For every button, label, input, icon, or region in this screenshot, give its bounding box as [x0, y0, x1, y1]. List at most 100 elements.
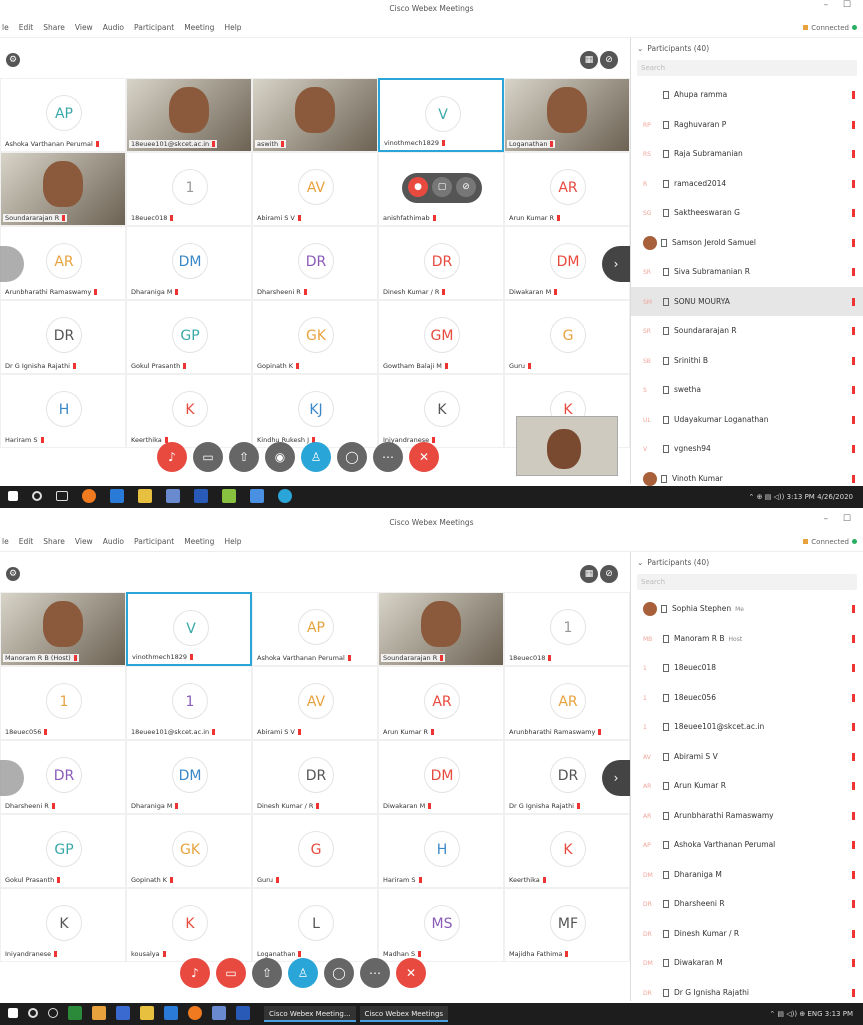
participant-list-item[interactable]: SG Saktheeswaran G: [631, 198, 863, 228]
participant-tile[interactable]: 1 18euee101@skcet.ac.in: [126, 666, 252, 740]
task-view-icon[interactable]: [56, 491, 68, 501]
taskbar-webex-task[interactable]: Cisco Webex Meeting...: [264, 1006, 356, 1022]
app-icon[interactable]: [164, 1006, 178, 1020]
participant-list-item[interactable]: Ahupa ramma: [631, 80, 863, 110]
mail-icon[interactable]: [250, 489, 264, 503]
muted-mic-icon[interactable]: [852, 693, 855, 702]
next-page-arrow[interactable]: ›: [602, 246, 630, 282]
participant-list-item[interactable]: Vvgnesh94: [631, 434, 863, 464]
menu-file[interactable]: le: [2, 18, 9, 38]
language-indicator[interactable]: ENG: [807, 1010, 822, 1018]
grid-view-icon[interactable]: ▦: [580, 565, 598, 583]
lock-icon[interactable]: ⊘: [600, 565, 618, 583]
participant-tile[interactable]: K Iniyandranese: [0, 888, 126, 962]
participant-tile[interactable]: Soundararajan R: [378, 592, 504, 666]
participant-tile[interactable]: AV Abirami S V: [252, 666, 378, 740]
muted-mic-icon[interactable]: [852, 752, 855, 761]
muted-mic-icon[interactable]: [852, 445, 855, 453]
participant-list-item[interactable]: 1 18euec056: [631, 683, 863, 713]
muted-mic-icon[interactable]: [852, 870, 855, 879]
participant-list-item[interactable]: AR Arun Kumar R: [631, 771, 863, 801]
participant-list-item[interactable]: SB Srinithi B: [631, 346, 863, 376]
more-icon[interactable]: ⊘: [456, 177, 476, 197]
participant-tile[interactable]: 1 18euec018: [126, 152, 252, 226]
mute-button[interactable]: ♪: [157, 442, 187, 472]
participants-button[interactable]: ♙: [301, 442, 331, 472]
participant-tile[interactable]: K Iniyandranese: [378, 374, 504, 448]
participant-tile[interactable]: MF Majidha Fathima: [504, 888, 630, 962]
muted-mic-icon[interactable]: [852, 723, 855, 731]
muted-mic-icon[interactable]: [852, 179, 855, 188]
participant-tile[interactable]: Manoram R B (Host): [0, 592, 126, 666]
menu-meeting[interactable]: Meeting: [184, 532, 214, 552]
layout-controls[interactable]: ▦ ⊘: [578, 51, 620, 69]
clock-date[interactable]: 4/26/2020: [817, 493, 853, 501]
leave-meeting-button[interactable]: ✕: [396, 958, 426, 988]
participant-tile[interactable]: AP Ashoka Varthanan Perumal: [252, 592, 378, 666]
cortana-icon[interactable]: [48, 1008, 58, 1018]
participant-tile[interactable]: DR Dr G Ignisha Rajathi: [0, 300, 126, 374]
firefox-icon[interactable]: [188, 1006, 202, 1020]
search-icon[interactable]: [28, 1008, 38, 1018]
menu-audio[interactable]: Audio: [103, 18, 124, 38]
muted-mic-icon[interactable]: [852, 209, 855, 217]
participant-tile[interactable]: H Hariram S: [0, 374, 126, 448]
app-icon[interactable]: [222, 489, 236, 503]
muted-mic-icon[interactable]: [852, 811, 855, 820]
gear-icon[interactable]: ⚙: [6, 53, 20, 67]
muted-mic-icon[interactable]: [852, 988, 855, 997]
participant-list-item[interactable]: Sophia Stephen Me: [631, 594, 863, 624]
self-view-video[interactable]: [516, 416, 618, 476]
participant-tile[interactable]: H Hariram S: [378, 814, 504, 888]
muted-mic-icon[interactable]: [852, 474, 855, 483]
tray-icons[interactable]: ⌃ ⊕ ▤ ◁)): [749, 493, 785, 501]
app-icon[interactable]: [92, 1006, 106, 1020]
leave-meeting-button[interactable]: ✕: [409, 442, 439, 472]
participant-tile[interactable]: Vvinothmech1829: [126, 592, 252, 666]
menu-help[interactable]: Help: [224, 18, 241, 38]
participant-tile[interactable]: GK Gopinath K: [252, 300, 378, 374]
muted-mic-icon[interactable]: [852, 297, 855, 306]
clock-time[interactable]: 3:13 PM: [825, 1010, 853, 1018]
muted-mic-icon[interactable]: [852, 238, 855, 247]
participant-tile[interactable]: GP Gokul Prasanth: [126, 300, 252, 374]
windows-start-icon[interactable]: [8, 491, 18, 501]
participant-tile[interactable]: GM Gowtham Balaji M: [378, 300, 504, 374]
participant-list-item[interactable]: DM Dharaniga M: [631, 860, 863, 890]
participant-tile[interactable]: Vvinothmech1829: [378, 78, 504, 152]
participant-tile[interactable]: DM Diwakaran M: [378, 740, 504, 814]
participant-tile[interactable]: G Guru: [252, 814, 378, 888]
menu-participant[interactable]: Participant: [134, 18, 174, 38]
more-options-button[interactable]: ⋯: [373, 442, 403, 472]
muted-mic-icon[interactable]: [852, 415, 855, 424]
participant-tile[interactable]: KJ Kindhu Rukesh J: [252, 374, 378, 448]
store-icon[interactable]: [212, 1006, 226, 1020]
menu-edit[interactable]: Edit: [19, 532, 34, 552]
participant-list-item[interactable]: RP Raghuvaran P: [631, 110, 863, 140]
chat-button[interactable]: ◯: [337, 442, 367, 472]
participant-tile[interactable]: K Keerthika: [126, 374, 252, 448]
menu-help[interactable]: Help: [224, 532, 241, 552]
firefox-icon[interactable]: [82, 489, 96, 503]
windows-start-icon[interactable]: [8, 1008, 18, 1018]
search-icon[interactable]: [32, 491, 42, 501]
video-icon[interactable]: ▢: [432, 177, 452, 197]
muted-mic-icon[interactable]: [852, 782, 855, 790]
participant-tile[interactable]: 18euee101@skcet.ac.in: [126, 78, 252, 152]
store-icon[interactable]: [166, 489, 180, 503]
muted-mic-icon[interactable]: [852, 959, 855, 967]
menu-view[interactable]: View: [75, 18, 93, 38]
participant-tile[interactable]: AR Arunbharathi Ramaswamy: [504, 666, 630, 740]
participant-list-item[interactable]: 1 18euec018: [631, 653, 863, 683]
participant-tile[interactable]: AV Abirami S V: [252, 152, 378, 226]
layout-controls[interactable]: ▦ ⊘: [578, 565, 620, 583]
webex-icon[interactable]: [278, 489, 292, 503]
clock-time[interactable]: 3:13 PM: [787, 493, 815, 501]
stop-video-button[interactable]: ▭: [193, 442, 223, 472]
participant-list-item[interactable]: Sswetha: [631, 375, 863, 405]
mute-icon[interactable]: ●: [408, 177, 428, 197]
outlook-icon[interactable]: [236, 1006, 250, 1020]
participant-tile[interactable]: GP Gokul Prasanth: [0, 814, 126, 888]
window-controls[interactable]: – ☐: [824, 0, 857, 10]
muted-mic-icon[interactable]: [852, 605, 855, 613]
